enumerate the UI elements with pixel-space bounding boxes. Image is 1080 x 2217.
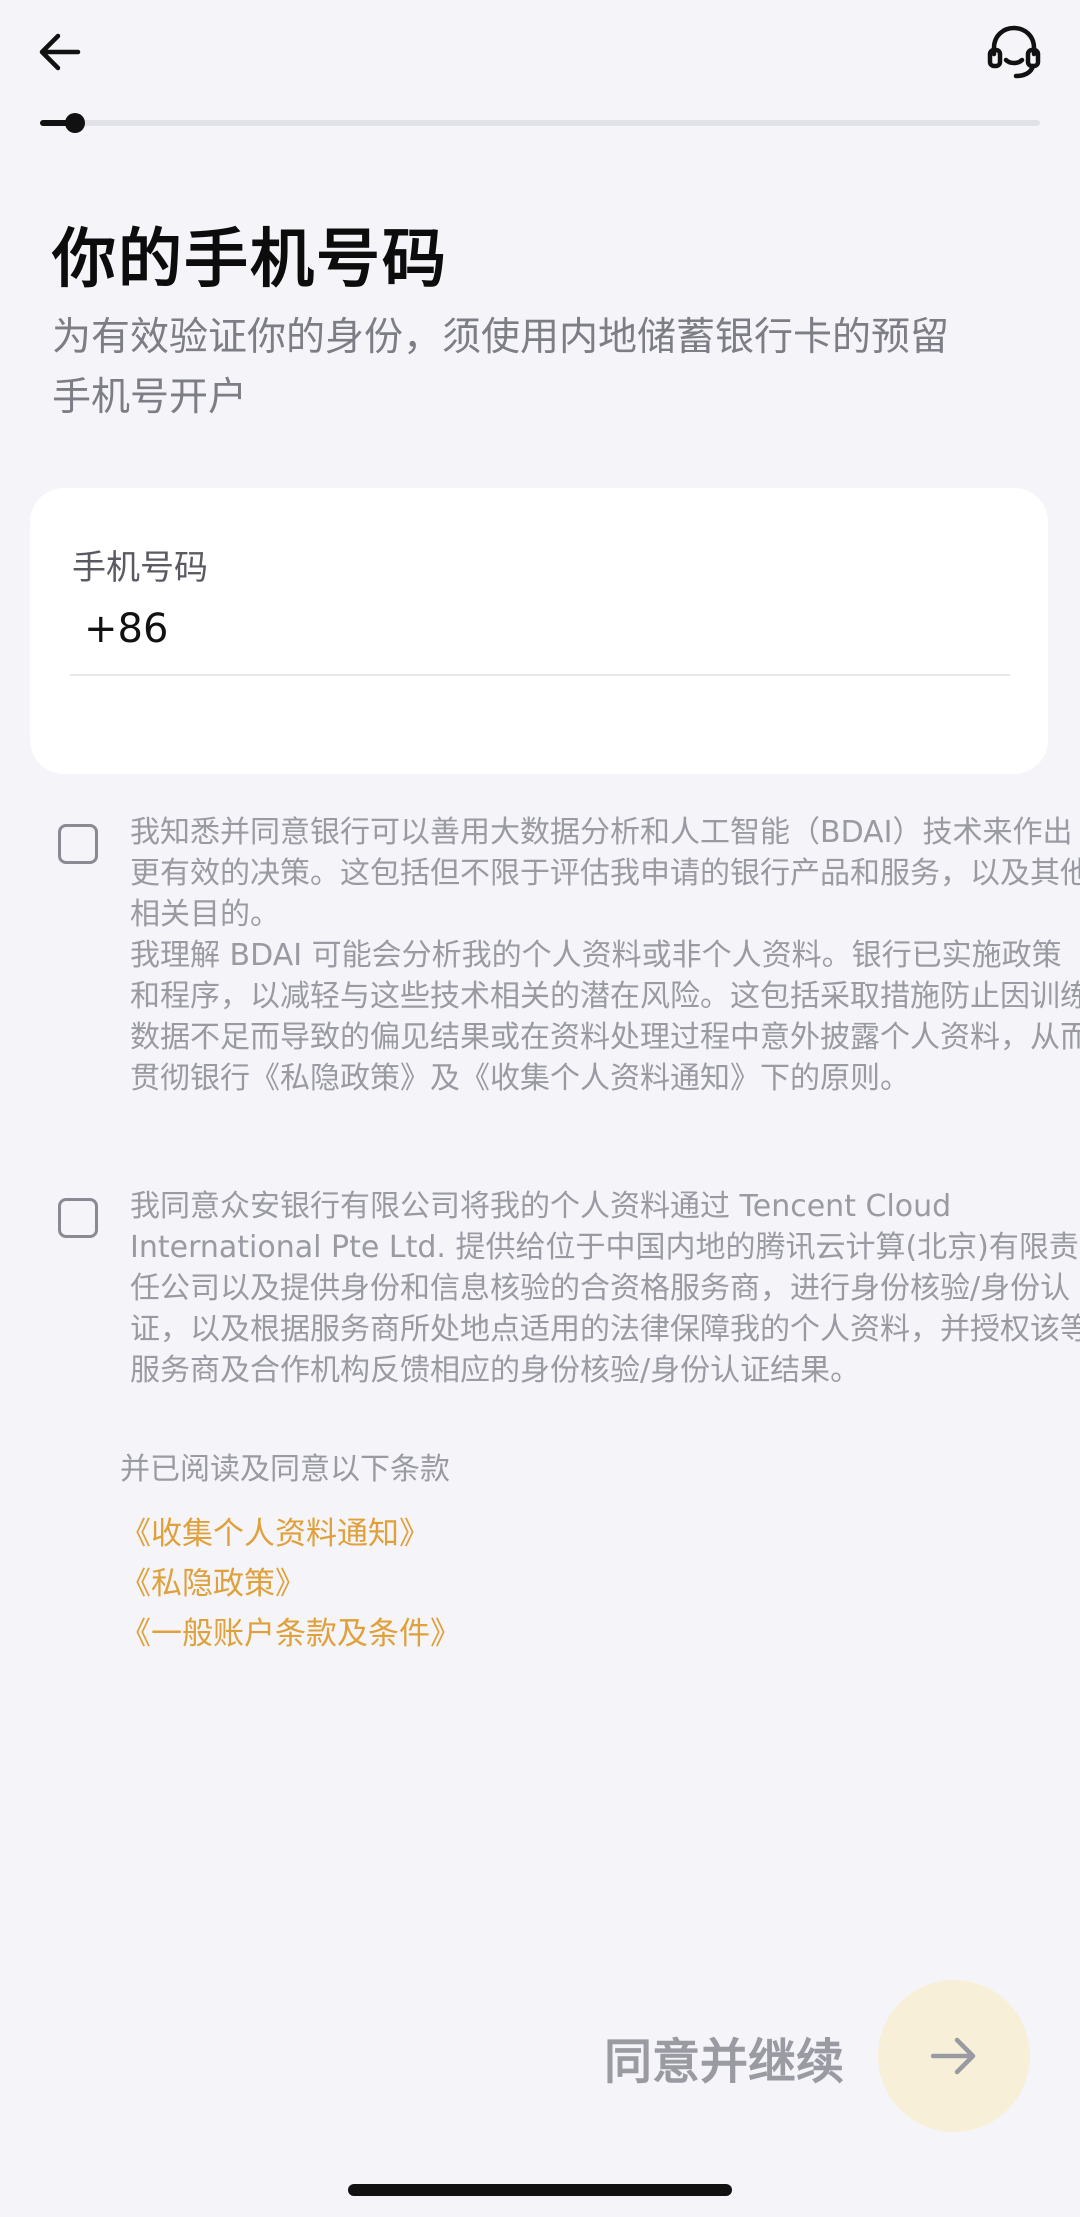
consent-bdai-paragraph: 我知悉并同意银行可以善用大数据分析和人工智能（BDAI）技术来作出更有效的决策。… — [130, 815, 1080, 932]
page-subtitle-line: 手机号开户 — [52, 375, 248, 420]
terms-intro: 并已阅读及同意以下条款 — [120, 1452, 450, 1487]
terms-link-account-terms[interactable]: 《一般账户条款及条件》 — [120, 1608, 461, 1653]
continue-label[interactable]: 同意并继续 — [604, 2022, 844, 2092]
consent-tencent-checkbox[interactable] — [58, 1198, 98, 1238]
consent-tencent-paragraph: 我同意众安银行有限公司将我的个人资料通过 Tencent Cloud Inter… — [130, 1189, 1080, 1388]
page-title: 你的手机号码 — [52, 223, 448, 297]
phone-field-label: 手机号码 — [72, 548, 208, 588]
progress-knob — [65, 113, 85, 133]
onboarding-progress-bar — [40, 113, 1040, 133]
home-indicator — [348, 2184, 732, 2196]
consent-bdai-paragraph: 我理解 BDAI 可能会分析我的个人资料或非个人资料。银行已实施政策和程序，以减… — [130, 938, 1080, 1096]
consent-tencent-text: 我同意众安银行有限公司将我的个人资料通过 Tencent Cloud Inter… — [130, 1186, 1080, 1391]
consent-bdai-checkbox[interactable] — [58, 824, 98, 864]
arrow-right-icon — [930, 2037, 976, 2075]
continue-button[interactable] — [878, 1980, 1030, 2132]
page-subtitle: 为有效验证你的身份，须使用内地储蓄银行卡的预留 手机号开户 — [52, 308, 1012, 428]
page-subtitle-line: 为有效验证你的身份，须使用内地储蓄银行卡的预留 — [52, 315, 950, 360]
phone-number-input[interactable] — [200, 596, 1020, 660]
phone-field-underline — [70, 674, 1010, 676]
back-button[interactable] — [22, 14, 98, 90]
customer-support-button[interactable] — [972, 14, 1056, 90]
arrow-left-icon — [39, 33, 81, 71]
headset-icon — [987, 25, 1041, 79]
phone-number-card: 手机号码 +86 — [30, 488, 1048, 774]
terms-link-privacy-policy[interactable]: 《私隐政策》 — [120, 1558, 306, 1603]
country-code[interactable]: +86 — [84, 606, 168, 652]
consent-bdai-text: 我知悉并同意银行可以善用大数据分析和人工智能（BDAI）技术来作出更有效的决策。… — [130, 812, 1080, 1099]
terms-link-personal-data-notice[interactable]: 《收集个人资料通知》 — [120, 1508, 430, 1553]
